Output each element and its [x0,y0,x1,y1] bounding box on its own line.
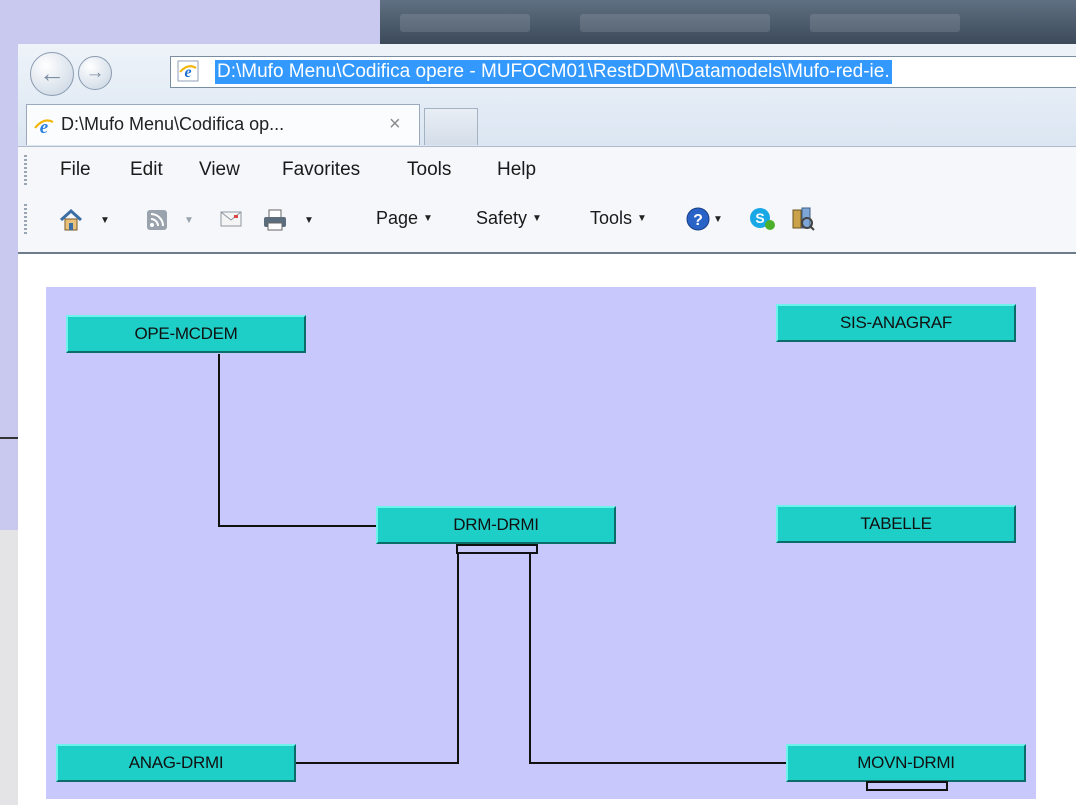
page-menu-label: Page [376,208,419,228]
safety-dropdown-arrow: ▼ [532,213,542,224]
tools-menu-label: Tools [590,208,633,228]
print-dropdown-arrow[interactable]: ▼ [304,215,314,226]
back-button[interactable]: ← [30,52,74,96]
menu-tools[interactable]: Tools [407,159,451,181]
help-button[interactable]: ? ▼ [686,207,723,231]
entity-ope-mcdem[interactable]: OPE-MCDEM [66,315,306,353]
menu-edit[interactable]: Edit [130,159,163,181]
svg-text:?: ? [693,212,703,229]
safety-menu-button[interactable]: Safety ▼ [476,208,542,229]
help-dropdown-arrow[interactable]: ▼ [713,214,723,225]
home-button[interactable]: ▼ [58,208,110,232]
menu-file[interactable]: File [60,159,91,181]
toolbar-grip[interactable] [24,155,27,185]
entity-label: TABELLE [860,514,932,533]
taskbar-item[interactable] [580,14,770,32]
feeds-button[interactable]: ▼ [146,209,194,231]
taskbar [380,0,1076,44]
read-mail-button[interactable] [220,210,242,228]
entity-label: DRM-DRMI [453,515,539,534]
browser-window: ← → e D:\Mufo Menu\Codifica opere - MUFO… [18,44,1076,805]
home-icon [59,208,83,231]
tools-menu-button[interactable]: Tools ▼ [590,208,647,229]
menu-view[interactable]: View [199,159,240,181]
taskbar-item[interactable] [810,14,960,32]
print-icon [264,209,286,231]
rss-feed-icon [147,210,167,230]
entity-label: MOVN-DRMI [857,753,955,772]
entity-label: SIS-ANAGRAF [840,313,952,332]
forward-button[interactable]: → [78,56,112,90]
menu-help[interactable]: Help [497,159,536,181]
command-bar-grip[interactable] [24,204,27,234]
ie-tab-icon: e [34,117,54,137]
ie-page-icon: e [177,60,199,82]
tools-dropdown-arrow: ▼ [637,213,647,224]
background-line [0,437,18,439]
drm-drmi-key-box [456,544,538,554]
home-dropdown-arrow[interactable]: ▼ [100,215,110,226]
print-button[interactable]: ▼ [262,208,314,232]
relationship-ope-drm [218,354,378,527]
entity-anag-drmi[interactable]: ANAG-DRMI [56,744,296,782]
command-bar: ▼ ▼ ▼ Page ▼ Safety ▼ Tools ▼ ? ▼ S [18,190,1076,254]
svg-text:S: S [755,210,764,226]
forward-arrow-icon: → [85,62,105,83]
address-url[interactable]: D:\Mufo Menu\Codifica opere - MUFOCM01\R… [215,60,892,84]
new-tab-button[interactable] [424,108,478,145]
relationship-drm-anag [296,547,459,764]
page-content: OPE-MCDEM SIS-ANAGRAF DRM-DRMI TABELLE A… [18,254,1076,805]
entity-tabelle[interactable]: TABELLE [776,505,1016,543]
entity-sis-anagraf[interactable]: SIS-ANAGRAF [776,304,1016,342]
menu-favorites[interactable]: Favorites [282,159,360,181]
tab-close-button[interactable]: × [389,113,401,136]
entity-label: OPE-MCDEM [134,324,238,343]
read-mail-icon [220,211,242,227]
taskbar-item[interactable] [400,14,530,32]
page-menu-button[interactable]: Page ▼ [376,208,433,229]
entity-label: ANAG-DRMI [128,753,224,772]
skype-button[interactable]: S [748,206,776,232]
research-icon [792,207,815,231]
entity-drm-drmi[interactable]: DRM-DRMI [376,506,616,544]
data-model-diagram: OPE-MCDEM SIS-ANAGRAF DRM-DRMI TABELLE A… [46,287,1036,799]
entity-movn-drmi[interactable]: MOVN-DRMI [786,744,1026,782]
feeds-dropdown-arrow[interactable]: ▼ [184,215,194,226]
relationship-drm-movn [529,547,788,764]
back-arrow-icon: ← [39,58,65,88]
skype-icon: S [750,208,775,230]
research-button[interactable] [790,206,816,232]
page-dropdown-arrow: ▼ [423,213,433,224]
tab-current[interactable]: e D:\Mufo Menu\Codifica op... × [26,104,420,145]
movn-drmi-key-box [866,781,948,791]
menu-bar: File Edit View Favorites Tools Help [18,146,1076,191]
help-icon: ? [686,207,710,231]
safety-menu-label: Safety [476,208,528,228]
tab-title: D:\Mufo Menu\Codifica op... [61,114,285,134]
address-bar[interactable]: e D:\Mufo Menu\Codifica opere - MUFOCM01… [170,56,1076,88]
